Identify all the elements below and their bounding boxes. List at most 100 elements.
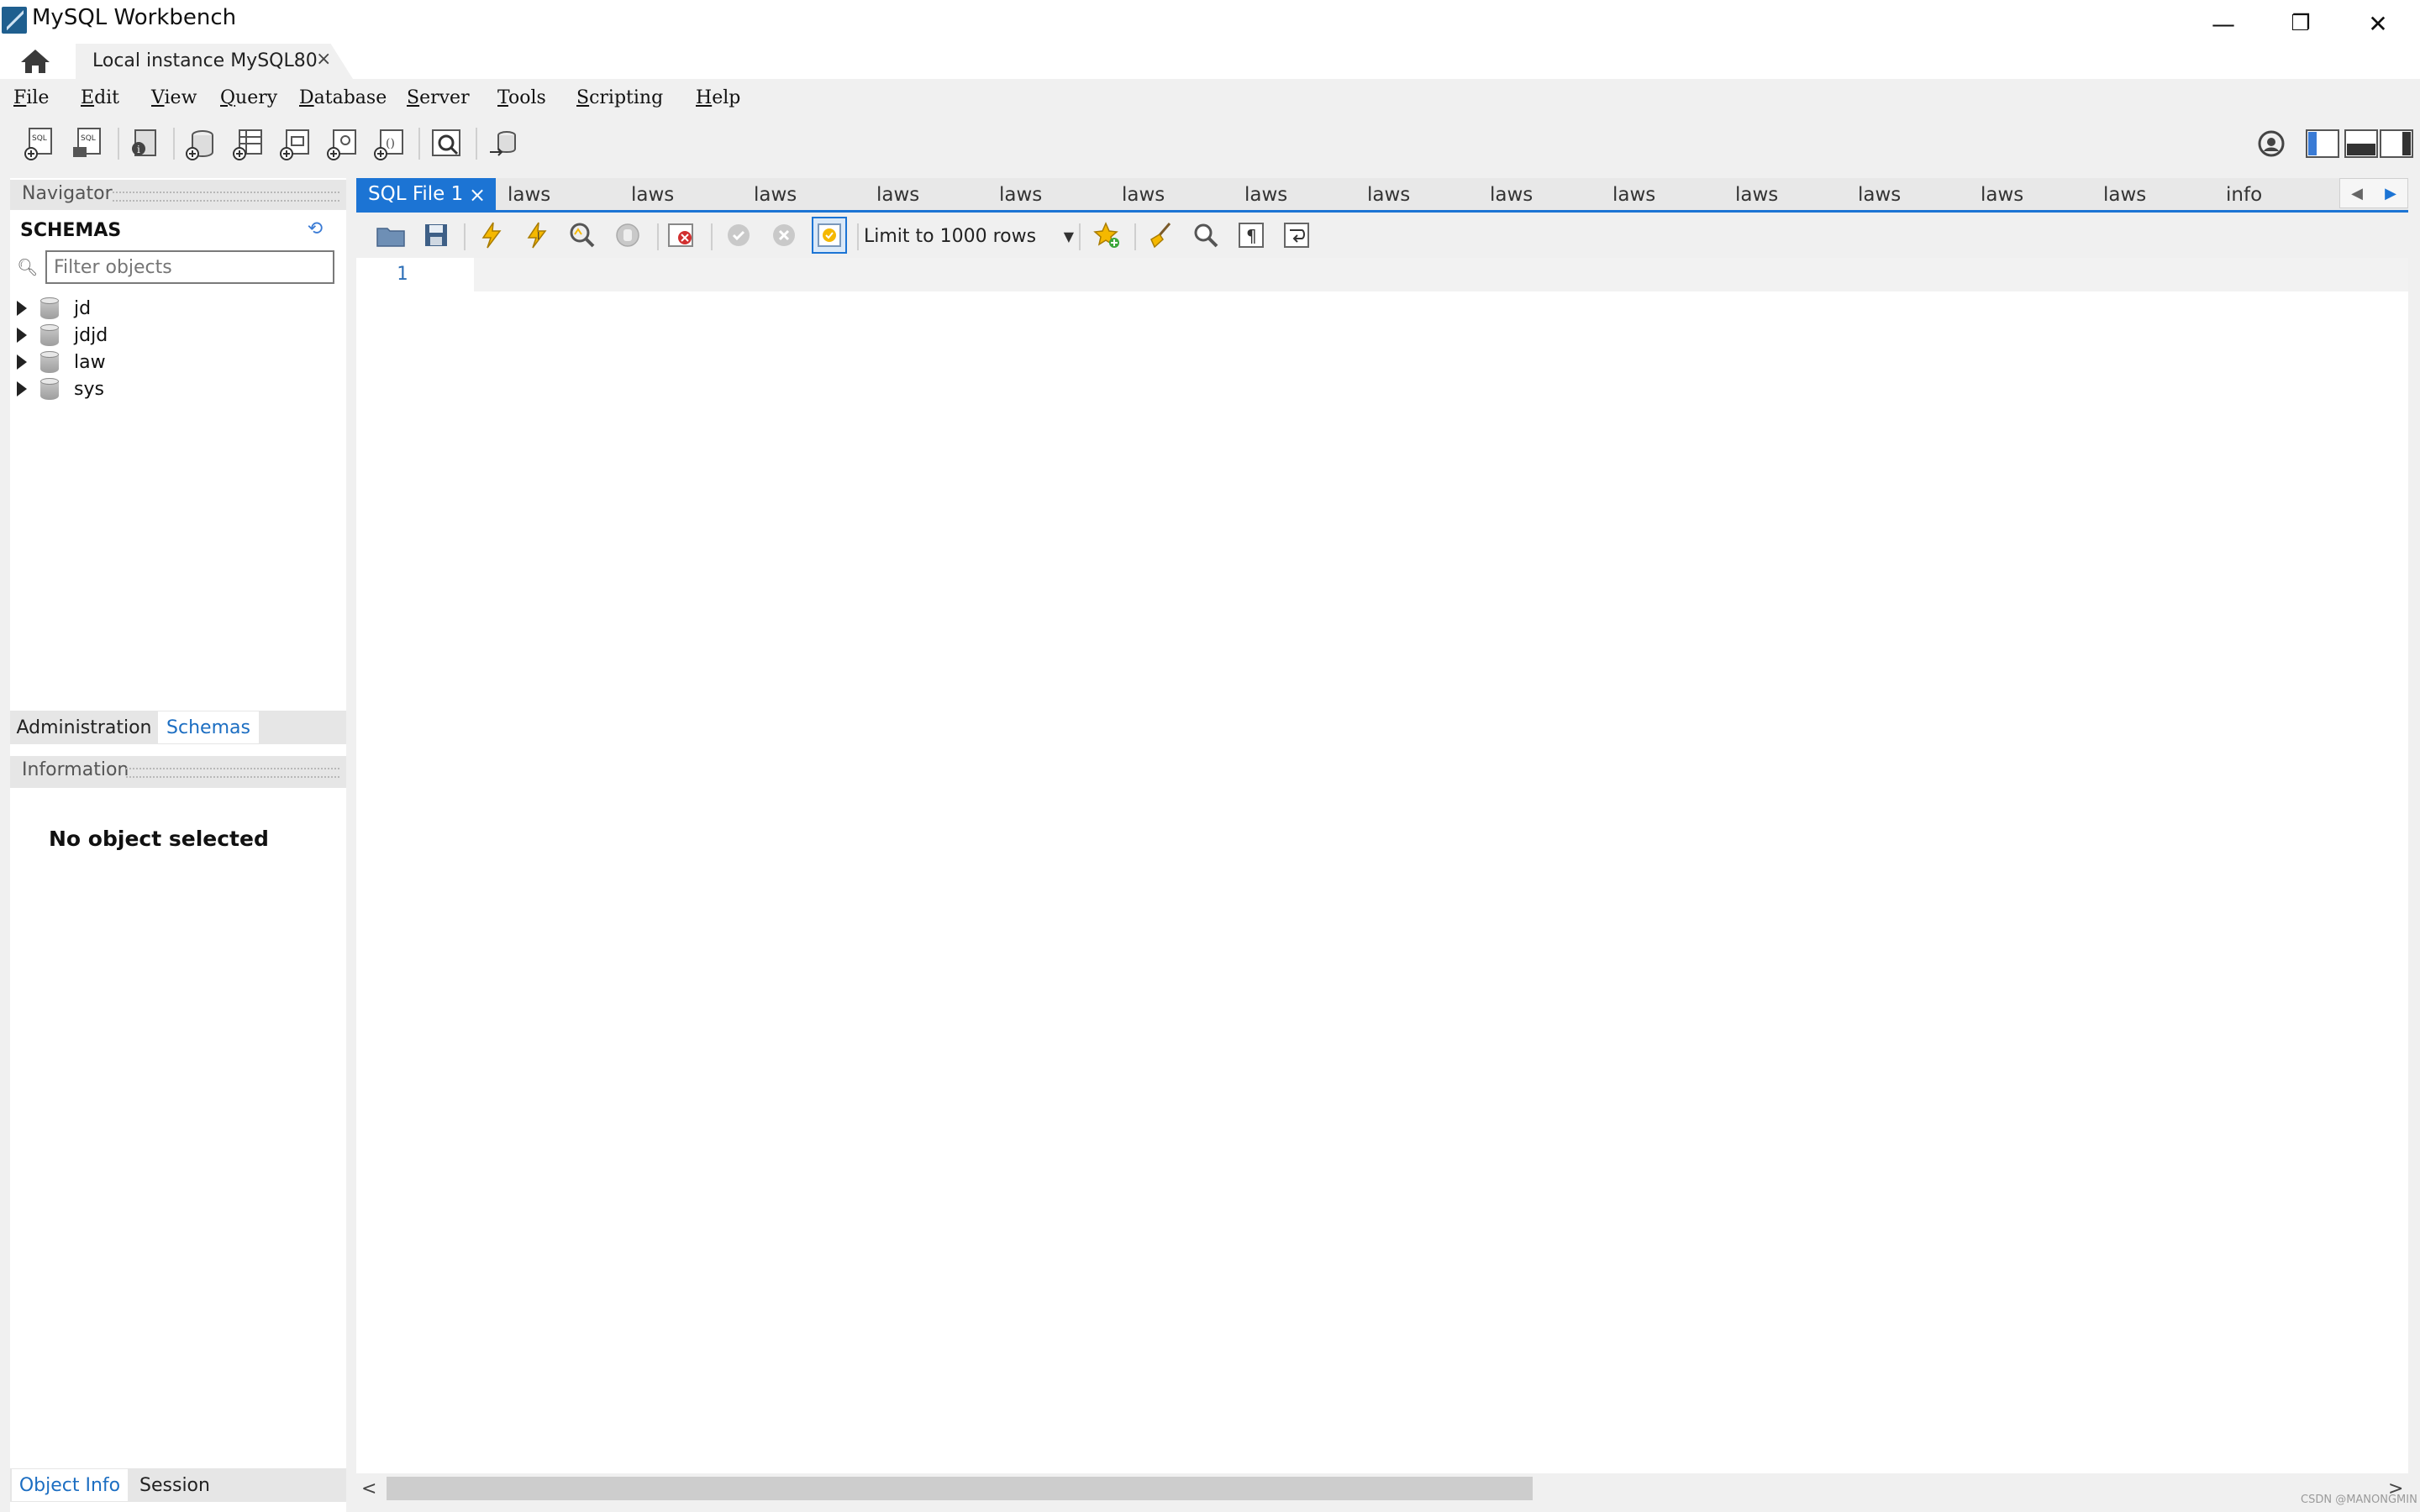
menu-query[interactable]: Query [220,87,277,108]
title-bar [0,0,2420,44]
schemas-title: SCHEMAS [20,220,122,241]
tab-object-info[interactable]: Object Info [12,1469,128,1501]
reconnect-icon[interactable] [484,124,523,163]
tab-laws[interactable]: laws [631,178,674,212]
menu-scripting[interactable]: Scripting [576,87,663,108]
tab-laws[interactable]: laws [1244,178,1287,212]
commit-icon[interactable] [721,217,756,254]
tab-sql-file-1[interactable]: SQL File 1 × [356,178,496,212]
tab-administration[interactable]: Administration [12,711,156,743]
menu-view[interactable]: View [151,87,197,108]
tab-laws[interactable]: laws [1858,178,1901,212]
watermark: CSDN @MANONGMIN [2301,1494,2417,1506]
tab-laws[interactable]: laws [876,178,919,212]
tab-info[interactable]: info [2226,178,2262,212]
database-icon [40,297,59,319]
sql-editor[interactable] [356,258,2408,1473]
add-snippet-star-icon[interactable] [1089,217,1124,254]
close-window-button[interactable]: ✕ [2339,0,2417,47]
expand-arrow-icon[interactable] [17,328,27,343]
tab-laws[interactable]: laws [1612,178,1655,212]
window-title: MySQL Workbench [32,5,237,30]
database-icon [40,378,59,400]
tab-laws[interactable]: laws [999,178,1042,212]
tab-scroll-right-icon[interactable]: ▶ [2385,185,2396,202]
refresh-schemas-icon[interactable]: ⟲ [302,218,328,240]
tab-schemas[interactable]: Schemas [158,711,259,743]
tab-laws[interactable]: laws [754,178,797,212]
expand-arrow-icon[interactable] [17,354,27,370]
toggle-word-wrap-icon[interactable] [1279,217,1314,254]
filter-objects-input[interactable] [45,250,334,284]
tab-laws[interactable]: laws [1735,178,1778,212]
instance-tab-label: Local instance MySQL80 [92,50,318,71]
instance-tab-close-icon[interactable]: × [316,49,331,70]
tab-session[interactable]: Session [131,1469,218,1501]
create-procedure-icon[interactable] [323,124,361,163]
rollback-icon[interactable] [766,217,802,254]
tab-laws[interactable]: laws [2103,178,2146,212]
preferences-gear-icon[interactable] [2252,124,2291,163]
expand-arrow-icon[interactable] [17,301,27,316]
tab-scroll-buttons: ◀ ▶ [2339,178,2408,208]
toggle-invisible-chars-icon[interactable]: ¶ [1234,217,1269,254]
create-schema-icon[interactable] [182,124,220,163]
svg-text:SQL: SQL [81,134,96,143]
explain-icon[interactable] [565,217,600,254]
toggle-secondary-sidebar-icon[interactable] [2378,124,2417,163]
toggle-output-panel-icon[interactable] [2343,124,2381,163]
schema-item-jd[interactable]: jd [17,295,91,322]
tab-close-icon[interactable]: × [469,183,486,207]
menu-help[interactable]: Help [696,87,740,108]
find-replace-icon[interactable] [1188,217,1223,254]
menu-edit[interactable]: Edit [81,87,119,108]
execute-icon[interactable] [474,217,509,254]
restore-button[interactable]: ❐ [2262,0,2339,47]
beautify-broom-icon[interactable] [1143,217,1178,254]
save-icon[interactable] [418,217,454,254]
tab-label: SQL File 1 [368,183,464,205]
menu-server[interactable]: Server [407,87,470,108]
create-table-icon[interactable] [229,124,267,163]
search-table-data-icon[interactable] [427,124,466,163]
menu-tools[interactable]: Tools [497,87,546,108]
mysql-workbench-logo-icon [2,7,27,34]
database-icon [40,324,59,346]
new-sql-tab-icon[interactable]: SQL [20,124,59,163]
schema-item-jdjd[interactable]: jdjd [17,322,108,349]
svg-text:(): () [386,137,395,150]
information-header-label: Information [22,759,129,780]
search-icon: 🔍︎ [17,257,39,277]
current-line-highlight [474,258,2408,291]
tab-laws[interactable]: laws [1122,178,1165,212]
scrollbar-thumb[interactable] [387,1477,1533,1500]
tab-laws[interactable]: laws [1490,178,1533,212]
create-view-icon[interactable] [276,124,314,163]
toggle-sidebar-icon[interactable] [2304,124,2343,163]
menu-database[interactable]: Database [299,87,387,108]
schema-label: sys [74,378,104,400]
tab-laws[interactable]: laws [508,178,550,212]
toggle-autocommit-icon[interactable] [812,217,847,254]
tab-scroll-left-icon[interactable]: ◀ [2351,185,2363,202]
inspect-icon[interactable]: i [124,124,163,163]
expand-arrow-icon[interactable] [17,381,27,396]
create-function-icon[interactable]: () [370,124,408,163]
schema-item-law[interactable]: law [17,349,106,375]
schema-label: law [74,351,106,373]
svg-text:SQL: SQL [32,134,47,143]
tab-laws[interactable]: laws [1367,178,1410,212]
minimize-button[interactable]: — [2185,0,2262,47]
schema-item-sys[interactable]: sys [17,375,104,402]
svg-text:I: I [537,230,540,242]
limit-rows-select[interactable]: Limit to 1000 rows ▼ [864,220,1074,252]
open-sql-script-icon[interactable]: SQL [67,124,106,163]
tab-laws[interactable]: laws [1981,178,2023,212]
execute-current-statement-icon[interactable]: I [519,217,555,254]
menu-file[interactable]: File [13,87,49,108]
toggle-stop-on-error-icon[interactable] [664,217,699,254]
stop-icon[interactable] [610,217,645,254]
open-file-icon[interactable] [373,217,408,254]
home-icon[interactable] [17,45,54,77]
scroll-left-icon[interactable]: < [361,1478,376,1499]
